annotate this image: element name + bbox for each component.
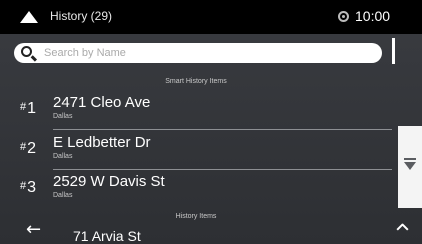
smart-history-item-3[interactable]: #3 2529 W Davis St Dallas: [0, 171, 392, 209]
bottom-bar: ← 71 Arvia St: [0, 218, 422, 244]
triangle-up-icon[interactable]: [20, 11, 38, 23]
page-title: History (29): [50, 9, 113, 23]
rank-label: #1: [20, 100, 37, 117]
smart-history-header: Smart History Items: [165, 78, 227, 85]
rank-label: #2: [20, 140, 37, 157]
back-arrow-icon[interactable]: ←: [26, 221, 48, 239]
scrollbar-thumb[interactable]: [392, 38, 395, 64]
smart-history-item-2[interactable]: #2 E Ledbetter Dr Dallas: [0, 132, 392, 170]
search-icon: [21, 46, 32, 57]
city-name: Dallas: [53, 192, 73, 199]
history-item-1[interactable]: 71 Arvia St: [73, 228, 141, 244]
history-screen: History (29) 10:00 Smart History Items #…: [0, 0, 422, 244]
smart-history-item-1[interactable]: #1 2471 Cleo Ave Dallas: [0, 92, 392, 130]
street-name: 2471 Cleo Ave: [53, 94, 151, 111]
search-bar[interactable]: [14, 43, 382, 63]
top-bar: History (29) 10:00: [0, 0, 422, 34]
clock-time: 10:00: [355, 8, 391, 24]
scroll-down-button[interactable]: [398, 126, 422, 208]
row-divider: [53, 129, 392, 130]
city-name: Dallas: [53, 113, 73, 120]
gps-status-icon: [338, 11, 349, 22]
search-input[interactable]: [44, 44, 374, 62]
row-divider: [53, 169, 392, 170]
street-name: 2529 W Davis St: [53, 173, 165, 190]
city-name: Dallas: [53, 153, 73, 160]
street-name: E Ledbetter Dr: [53, 134, 151, 151]
chevron-up-icon[interactable]: [395, 223, 409, 233]
scroll-down-icon: [404, 158, 416, 170]
rank-label: #3: [20, 179, 37, 196]
